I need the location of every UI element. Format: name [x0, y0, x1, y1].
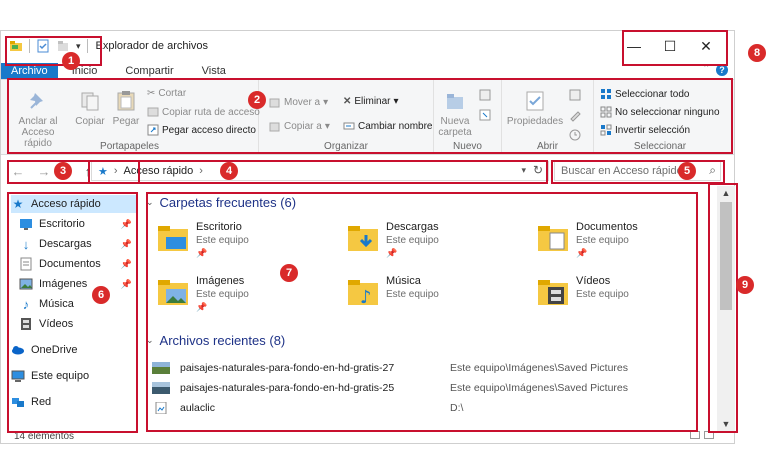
annotation-badge-3: 3 — [54, 162, 72, 180]
tab-vista[interactable]: Vista — [188, 63, 240, 79]
annotation-box-7 — [146, 192, 698, 432]
annotation-badge-8: 8 — [748, 44, 766, 62]
tab-compartir[interactable]: Compartir — [111, 63, 187, 79]
details-view-icon[interactable] — [690, 431, 700, 439]
annotation-badge-6: 6 — [92, 286, 110, 304]
annotation-badge-4: 4 — [220, 162, 238, 180]
annotation-box-5 — [551, 160, 725, 184]
annotation-badge-2: 2 — [248, 91, 266, 109]
annotation-box-2 — [7, 78, 733, 154]
window-title: Explorador de archivos — [95, 40, 209, 52]
annotation-box-4 — [88, 160, 548, 184]
annotation-box-6 — [7, 192, 138, 433]
annotation-box-9 — [708, 183, 738, 433]
annotation-box-1 — [5, 36, 102, 66]
annotation-badge-7: 7 — [280, 264, 298, 282]
annotation-box-8 — [622, 30, 728, 66]
annotation-badge-9: 9 — [736, 276, 754, 294]
annotation-badge-5: 5 — [678, 162, 696, 180]
annotation-badge-1: 1 — [62, 52, 80, 70]
